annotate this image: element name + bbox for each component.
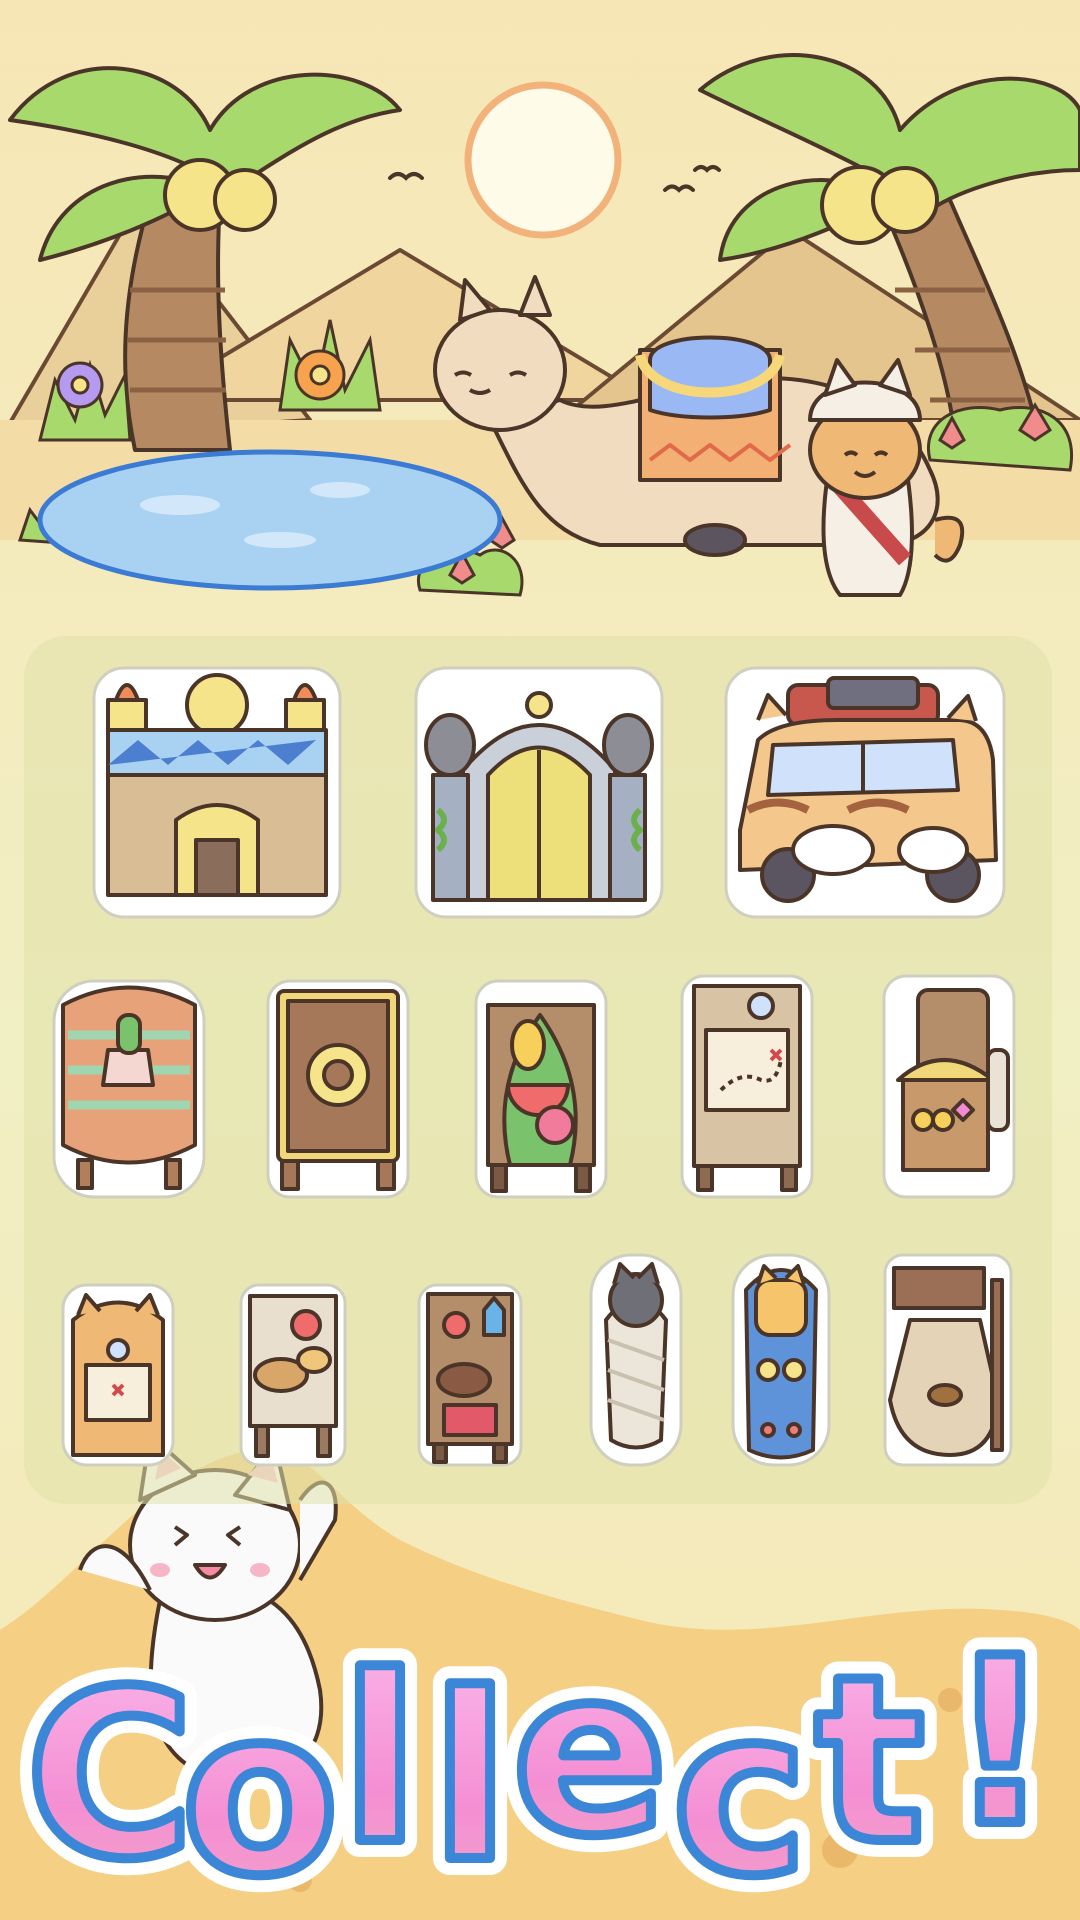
collect-letter-outline: l: [341, 1628, 420, 1895]
fruit-stand[interactable]: [470, 975, 612, 1203]
collect-letter-outline: t: [815, 1628, 925, 1895]
food-table[interactable]: [236, 1280, 350, 1470]
map-desk[interactable]: [676, 970, 818, 1203]
treasure-chest[interactable]: [878, 970, 1020, 1203]
pantry-shelf[interactable]: [414, 1280, 526, 1470]
collect-letter-outline: !: [948, 1610, 1053, 1877]
cactus-barrel[interactable]: [48, 975, 210, 1203]
collect-letter-outline: l: [431, 1646, 510, 1910]
cat-map-stand[interactable]: [58, 1280, 178, 1470]
temple-altar[interactable]: [86, 660, 348, 925]
collect-letter-outline: e: [512, 1620, 668, 1887]
golden-gate[interactable]: [408, 660, 670, 925]
cat-safari-van[interactable]: [718, 660, 1012, 925]
sun-emblem-cabinet[interactable]: [262, 975, 414, 1203]
blue-cat-sarcophagus[interactable]: [728, 1250, 834, 1470]
collect-letter-outline: c: [672, 1660, 808, 1910]
collect-banner: C o l l e c t ! C o l l e c t !: [0, 1610, 1080, 1910]
coffee-sack[interactable]: [880, 1250, 1016, 1470]
gray-cat-mummy[interactable]: [586, 1250, 686, 1470]
oasis-pond: [37, 449, 503, 591]
collect-letter-outline: C: [26, 1643, 195, 1910]
collect-letter-outline: o: [181, 1660, 339, 1910]
sun: [464, 81, 622, 239]
